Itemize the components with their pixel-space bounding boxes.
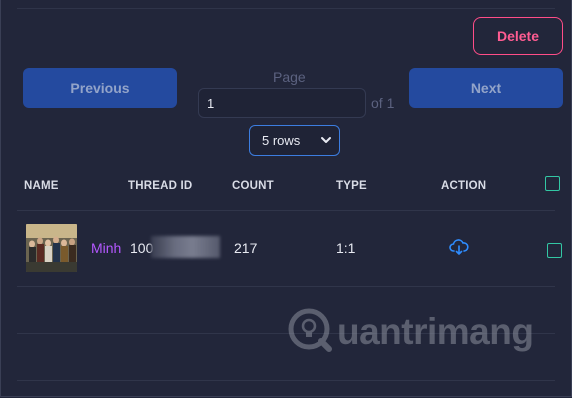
next-button[interactable]: Next — [409, 68, 563, 108]
row-divider — [17, 286, 555, 287]
column-header-thread-id: THREAD ID — [128, 180, 193, 192]
cloud-download-icon[interactable] — [449, 238, 469, 256]
column-header-count: COUNT — [232, 180, 274, 192]
row-type: 1:1 — [336, 240, 356, 256]
page-label: Page — [273, 69, 306, 85]
row-count: 217 — [234, 240, 258, 256]
page-number-value: 1 — [207, 95, 215, 111]
column-header-name: NAME — [24, 180, 59, 192]
top-divider — [17, 8, 555, 9]
chevron-down-icon — [321, 137, 331, 143]
page-total-text: of 1 — [371, 95, 395, 111]
row-checkbox[interactable] — [547, 243, 562, 258]
header-divider — [17, 210, 555, 211]
column-header-type: TYPE — [336, 180, 367, 192]
watermark: uantrimang — [285, 305, 534, 363]
column-header-action: ACTION — [441, 180, 487, 192]
previous-button[interactable]: Previous — [23, 68, 177, 108]
row-thread-id: 100 — [130, 240, 154, 256]
delete-button[interactable]: Delete — [473, 17, 563, 55]
redaction-blur — [151, 236, 220, 258]
row-divider — [17, 380, 555, 381]
page-number-input[interactable]: 1 — [198, 88, 366, 118]
rows-per-page-select[interactable]: 5 rows — [249, 125, 340, 156]
watermark-text: uantrimang — [337, 311, 534, 352]
table-panel: Delete Previous Page 1 of 1 Next 5 rows … — [0, 0, 572, 397]
select-all-checkbox[interactable] — [545, 176, 560, 191]
rows-per-page-value: 5 rows — [262, 133, 301, 148]
watermark-logo-icon — [288, 308, 332, 352]
avatar — [26, 224, 77, 272]
row-divider — [17, 333, 555, 334]
row-name: Minh — [91, 240, 122, 256]
